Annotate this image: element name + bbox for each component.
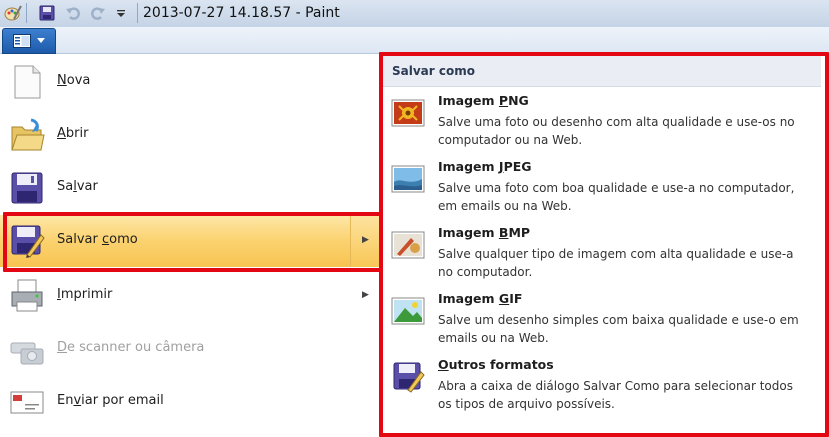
redo-icon[interactable] [88, 3, 108, 23]
menu-item-new[interactable]: Nova [0, 56, 381, 108]
menu-item-scanner: De scanner ou câmera [0, 323, 381, 375]
menu-item-open[interactable]: Abrir [0, 109, 381, 161]
customize-icon[interactable] [113, 3, 129, 23]
menu-item-print[interactable]: Imprimir ▶ [0, 270, 381, 322]
highlight-box-save-as [3, 212, 383, 272]
chevron-right-icon: ▶ [362, 290, 369, 300]
title-separator [137, 3, 138, 23]
printer-icon [9, 278, 45, 314]
title-bar: 2013-07-27 14.18.57 - Paint [0, 0, 829, 27]
undo-icon[interactable] [63, 3, 83, 23]
menu-item-email[interactable]: Enviar por email [0, 376, 381, 428]
open-folder-icon [9, 117, 45, 153]
save-icon[interactable] [37, 3, 57, 23]
email-icon [9, 384, 45, 420]
highlight-box-panel [379, 52, 829, 437]
scanner-camera-icon [9, 331, 45, 367]
menu-item-save[interactable]: Salvar [0, 162, 381, 214]
menu-item-label: De scanner ou câmera [57, 340, 205, 355]
menu-item-label: Enviar por email [57, 393, 164, 408]
paint-icon[interactable] [3, 3, 23, 23]
menu-item-label: Salvar [57, 179, 98, 194]
window-title: 2013-07-27 14.18.57 - Paint [143, 5, 340, 21]
menu-item-label: Imprimir [57, 287, 113, 302]
menu-item-label: Nova [57, 73, 91, 88]
new-file-icon [9, 64, 45, 100]
app-menu-button[interactable] [2, 28, 56, 54]
qa-separator [26, 3, 27, 23]
chevron-down-icon [37, 38, 45, 43]
menu-icon [13, 34, 31, 48]
ribbon-tab-bar [0, 27, 829, 54]
save-icon [9, 170, 45, 206]
menu-item-label: Abrir [57, 126, 89, 141]
